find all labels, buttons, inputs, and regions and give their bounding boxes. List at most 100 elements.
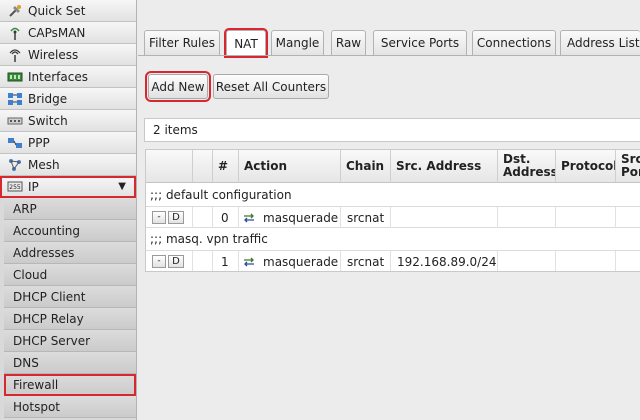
submenu-item-dns[interactable]: DNS: [4, 352, 136, 374]
submenu-item-label: Addresses: [13, 245, 75, 260]
column-header-buttons: [146, 150, 193, 183]
row-action: masquerade: [239, 251, 341, 271]
column-header-protocol[interactable]: Protocol: [556, 150, 616, 183]
disable-rule-button[interactable]: D: [168, 211, 184, 224]
row-src-address: [391, 207, 498, 228]
submenu-item-accounting[interactable]: Accounting: [4, 220, 136, 242]
table-row[interactable]: - D 1 masquerade srcnat 192.168.89.0/24: [146, 250, 640, 271]
row-buttons: - D: [146, 251, 193, 271]
tab-label: Address Lists: [567, 36, 640, 50]
bridge-icon: [7, 91, 23, 107]
sidebar-item-capsman[interactable]: CAPsMAN: [0, 22, 136, 44]
item-count-bar: 2 items: [144, 118, 640, 142]
row-dst-address: [498, 207, 556, 228]
row-chain: srcnat: [341, 251, 391, 271]
submenu-item-label: Cloud: [13, 267, 48, 282]
row-src-port: [616, 251, 640, 271]
sidebar-item-interfaces[interactable]: Interfaces: [0, 66, 136, 88]
submenu-item-arp[interactable]: ARP: [4, 198, 136, 220]
remove-rule-button[interactable]: -: [152, 255, 166, 268]
sidebar-item-switch[interactable]: Switch: [0, 110, 136, 132]
row-chain-text: srcnat: [347, 254, 385, 269]
sidebar-item-label: Mesh: [28, 157, 60, 172]
submenu-item-firewall[interactable]: Firewall: [4, 374, 136, 396]
submenu-item-hotspot[interactable]: Hotspot: [4, 396, 136, 418]
row-src-port: [616, 207, 640, 228]
row-protocol: [556, 251, 616, 271]
submenu-item-dhcp-client[interactable]: DHCP Client: [4, 286, 136, 308]
row-action-text: masquerade: [263, 210, 339, 225]
submenu-item-dhcp-relay[interactable]: DHCP Relay: [4, 308, 136, 330]
ppp-icon: [7, 135, 23, 151]
table-row[interactable]: - D 0 masquerade srcnat: [146, 206, 640, 228]
submenu-item-cloud[interactable]: Cloud: [4, 264, 136, 286]
tab-label: Service Ports: [380, 36, 460, 50]
row-number-text: 1: [221, 254, 229, 269]
add-new-label: Add New: [151, 79, 205, 94]
tab-address-lists[interactable]: Address Lists: [560, 30, 640, 55]
row-protocol: [556, 207, 616, 228]
sidebar-item-wireless[interactable]: Wireless: [0, 44, 136, 66]
tab-label: Mangle: [275, 36, 320, 50]
rule-comment: ;;; default configuration: [146, 184, 640, 206]
reset-all-counters-button[interactable]: Reset All Counters: [213, 74, 329, 99]
sidebar-item-label: Bridge: [28, 91, 68, 106]
column-header-src-port[interactable]: Src. Port: [616, 150, 640, 183]
submenu-item-addresses[interactable]: Addresses: [4, 242, 136, 264]
row-flags: [193, 207, 213, 228]
tab-service-ports[interactable]: Service Ports: [373, 30, 467, 55]
sidebar-item-label: Switch: [28, 113, 68, 128]
remove-rule-button[interactable]: -: [152, 211, 166, 224]
column-header-label: Action: [244, 158, 288, 173]
row-action: masquerade: [239, 207, 341, 228]
column-header-label: Src. Address: [396, 158, 482, 173]
ip-icon: 255: [7, 179, 23, 195]
sidebar-item-mesh[interactable]: Mesh: [0, 154, 136, 176]
tab-mangle[interactable]: Mangle: [271, 30, 324, 55]
tab-filter-rules[interactable]: Filter Rules: [144, 30, 220, 55]
tab-connections[interactable]: Connections: [472, 30, 556, 55]
tab-raw[interactable]: Raw: [331, 30, 366, 55]
sidebar-item-ppp[interactable]: PPP: [0, 132, 136, 154]
row-src-address-text: 192.168.89.0/24: [397, 254, 497, 269]
row-src-address: 192.168.89.0/24: [391, 251, 498, 271]
quick-set-icon: [7, 3, 23, 19]
submenu-item-label: Hotspot: [13, 399, 60, 414]
submenu-item-label: DNS: [13, 355, 39, 370]
row-chain: srcnat: [341, 207, 391, 228]
disable-rule-button[interactable]: D: [168, 255, 184, 268]
submenu-item-dhcp-server[interactable]: DHCP Server: [4, 330, 136, 352]
column-header-label: Dst. Address: [503, 152, 556, 179]
sidebar-item-label: IP: [28, 179, 39, 194]
add-new-button[interactable]: Add New: [145, 71, 211, 102]
tab-label: Connections: [476, 36, 552, 50]
submenu-item-label: Firewall: [13, 377, 59, 392]
column-header-label: Protocol: [561, 158, 616, 173]
tab-label: Filter Rules: [149, 36, 215, 50]
column-header-label: Src. Port: [621, 152, 640, 179]
sidebar-item-ip[interactable]: 255 IP ▼: [0, 176, 136, 198]
svg-text:255: 255: [9, 184, 21, 191]
reset-counters-label: Reset All Counters: [215, 79, 327, 94]
tab-nat[interactable]: NAT: [224, 28, 268, 58]
column-header-chain[interactable]: Chain: [341, 150, 391, 183]
submenu-item-label: ARP: [13, 201, 37, 216]
sidebar-item-label: Wireless: [28, 47, 79, 62]
column-header-dst-address[interactable]: Dst. Address: [498, 150, 556, 183]
submenu-item-label: DHCP Relay: [13, 311, 84, 326]
tab-divider: [138, 55, 640, 56]
sidebar-item-bridge[interactable]: Bridge: [0, 88, 136, 110]
column-header-number[interactable]: #: [213, 150, 239, 183]
submenu-item-label: DHCP Server: [13, 333, 91, 348]
row-dst-address: [498, 251, 556, 271]
column-header-action[interactable]: Action: [239, 150, 341, 183]
switch-icon: [7, 113, 23, 129]
nat-rules-table: # Action Chain Src. Address Dst. Address…: [145, 149, 640, 272]
column-header-src-address[interactable]: Src. Address: [391, 150, 498, 183]
wireless-icon: [7, 47, 23, 63]
masquerade-icon: [243, 213, 255, 223]
sidebar-item-quick-set[interactable]: Quick Set: [0, 0, 136, 22]
column-header-flags: [193, 150, 213, 183]
row-number-text: 0: [221, 210, 229, 225]
sidebar: Quick Set CAPsMAN Wireless Interfaces Br…: [0, 0, 137, 420]
